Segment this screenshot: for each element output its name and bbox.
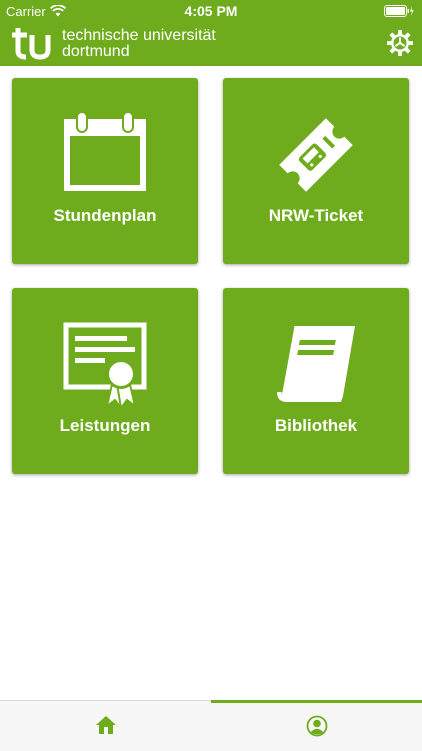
tu-logo — [12, 28, 51, 60]
university-name-line2: dortmund — [62, 43, 130, 60]
tab-indicator — [211, 700, 422, 703]
university-name: technische universität dortmund — [62, 28, 216, 60]
tile-label: Bibliothek — [274, 416, 358, 435]
tab-profile[interactable] — [211, 700, 422, 751]
home-icon — [96, 716, 116, 734]
certificate-icon — [63, 322, 147, 411]
profile-icon — [306, 715, 328, 737]
tile-stundenplan[interactable]: Stundenplan — [12, 78, 198, 264]
status-bar: Carrier 4:05 PM — [0, 0, 422, 22]
tile-label: Stundenplan — [53, 206, 157, 225]
tile-label: Leistungen — [59, 416, 151, 435]
tab-home[interactable] — [0, 701, 211, 751]
settings-button[interactable] — [387, 30, 413, 56]
tile-bibliothek[interactable]: Bibliothek — [223, 288, 409, 474]
tab-indicator — [0, 700, 211, 703]
status-time: 4:05 PM — [184, 3, 238, 19]
tile-nrw-ticket[interactable]: NRW-Ticket — [223, 78, 409, 264]
battery-icon — [384, 5, 414, 17]
university-name-line1: technische universität — [62, 27, 216, 44]
calendar-icon — [64, 111, 146, 191]
tile-label: NRW-Ticket — [268, 206, 364, 225]
tile-leistungen[interactable]: Leistungen — [12, 288, 198, 474]
book-icon — [277, 325, 355, 402]
gear-icon — [387, 30, 413, 56]
tab-bar — [0, 700, 422, 751]
app-header: technische universität dortmund — [0, 22, 422, 66]
ticket-icon — [279, 118, 353, 192]
